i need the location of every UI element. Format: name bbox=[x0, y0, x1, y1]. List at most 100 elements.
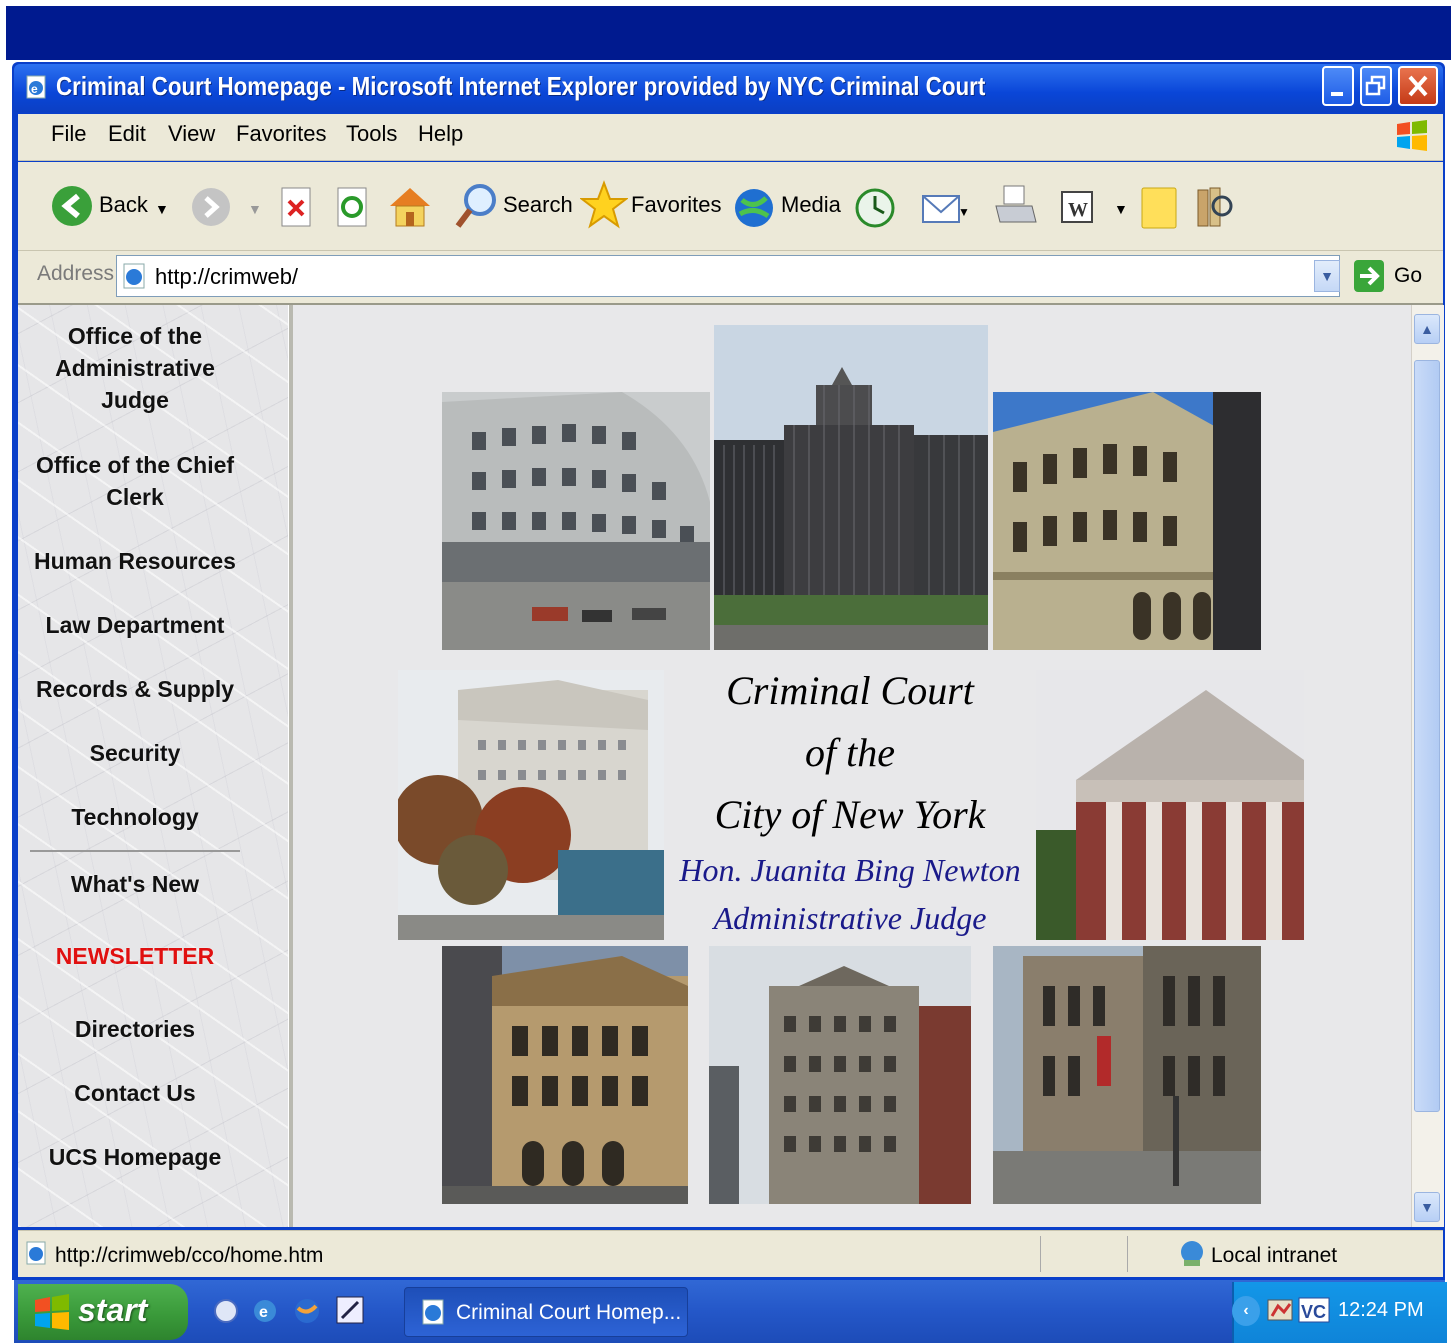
back-arrow-icon bbox=[52, 186, 92, 226]
history-button[interactable] bbox=[853, 184, 897, 235]
address-dropdown-button[interactable]: ▼ bbox=[1314, 260, 1340, 292]
go-label: Go bbox=[1394, 264, 1423, 287]
windows-logo-icon bbox=[1394, 118, 1430, 154]
start-label: start bbox=[78, 1292, 148, 1328]
address-url[interactable]: http://crimweb/ bbox=[155, 264, 298, 290]
search-icon bbox=[455, 184, 496, 228]
back-dropdown-icon[interactable]: ▼ bbox=[155, 201, 169, 217]
judge-name: Hon. Juanita Bing Newton bbox=[679, 852, 1021, 888]
word-icon: W bbox=[1061, 191, 1093, 223]
menu-favorites[interactable]: Favorites bbox=[236, 121, 326, 147]
favorites-star-icon bbox=[579, 180, 629, 229]
nav-administrative-judge[interactable]: Office of the Administrative Judge bbox=[22, 320, 248, 416]
background-band bbox=[6, 6, 1451, 60]
status-divider bbox=[1040, 1236, 1041, 1272]
courthouse-photo-3 bbox=[993, 392, 1261, 650]
quicklaunch-ie-icon[interactable]: e bbox=[250, 1296, 280, 1331]
restore-icon bbox=[1365, 75, 1386, 96]
menu-file[interactable]: File bbox=[51, 121, 86, 147]
court-title-line1: Criminal Court bbox=[726, 668, 974, 713]
nav-security[interactable]: Security bbox=[22, 737, 248, 769]
close-button[interactable] bbox=[1398, 66, 1438, 106]
menu-tools[interactable]: Tools bbox=[346, 121, 397, 147]
mail-icon: ▼ bbox=[922, 195, 970, 223]
nav-technology[interactable]: Technology bbox=[22, 801, 248, 833]
frame-divider[interactable] bbox=[288, 305, 293, 1227]
courthouse-photo-5 bbox=[1036, 670, 1304, 940]
quicklaunch-media-icon[interactable] bbox=[292, 1296, 322, 1331]
history-icon bbox=[855, 188, 895, 228]
minimize-button[interactable] bbox=[1322, 66, 1354, 106]
address-label: Address bbox=[37, 262, 115, 285]
discuss-button[interactable] bbox=[1138, 182, 1182, 237]
status-url: http://crimweb/cco/home.htm bbox=[55, 1244, 324, 1267]
home-icon bbox=[390, 188, 430, 227]
search-label: Search bbox=[503, 192, 573, 217]
print-button[interactable] bbox=[992, 182, 1038, 237]
menu-edit[interactable]: Edit bbox=[108, 121, 146, 147]
nav-human-resources[interactable]: Human Resources bbox=[22, 545, 248, 577]
stop-button[interactable] bbox=[278, 184, 314, 235]
media-button[interactable] bbox=[732, 184, 778, 235]
stop-icon bbox=[281, 187, 311, 227]
menu-bar bbox=[18, 114, 1443, 161]
nav-records-supply[interactable]: Records & Supply bbox=[22, 673, 248, 705]
printer-icon bbox=[995, 185, 1037, 223]
menu-help[interactable]: Help bbox=[418, 121, 463, 147]
courthouse-photo-1 bbox=[442, 392, 710, 650]
tray-vc-icon[interactable]: VC bbox=[1298, 1296, 1330, 1329]
courthouse-photo-2 bbox=[714, 325, 988, 650]
nav-chief-clerk[interactable]: Office of the Chief Clerk bbox=[30, 449, 240, 513]
task-ie-icon bbox=[420, 1298, 448, 1331]
media-label: Media bbox=[781, 192, 841, 217]
minimize-icon bbox=[1331, 92, 1343, 96]
back-label: Back bbox=[99, 192, 148, 217]
scroll-up-button[interactable]: ▲ bbox=[1414, 314, 1440, 344]
go-arrow-icon bbox=[1354, 260, 1384, 292]
edit-dropdown-icon[interactable]: ▼ bbox=[1114, 201, 1128, 217]
edit-word-button[interactable]: W bbox=[1058, 186, 1098, 233]
search-button[interactable] bbox=[452, 180, 500, 237]
tray-expand-button[interactable]: ‹ bbox=[1232, 1296, 1260, 1326]
court-title-block: Criminal Court of the City of New York H… bbox=[665, 660, 1035, 942]
nav-divider bbox=[30, 850, 240, 852]
taskbar-item-label: Criminal Court Homep... bbox=[456, 1301, 682, 1324]
home-button[interactable] bbox=[386, 182, 434, 237]
menu-view[interactable]: View bbox=[168, 121, 215, 147]
courthouse-photo-4 bbox=[398, 670, 664, 940]
nav-directories[interactable]: Directories bbox=[22, 1013, 248, 1045]
window-title: Criminal Court Homepage - Microsoft Inte… bbox=[56, 71, 986, 101]
refresh-button[interactable] bbox=[334, 184, 370, 235]
windows-flag-icon bbox=[32, 1292, 72, 1337]
court-title-line3: City of New York bbox=[714, 792, 986, 837]
quicklaunch-desktop-icon[interactable] bbox=[334, 1294, 366, 1331]
scrollbar-thumb[interactable] bbox=[1414, 360, 1440, 1112]
forward-dropdown-icon[interactable]: ▼ bbox=[248, 201, 262, 217]
address-input[interactable] bbox=[116, 255, 1340, 297]
svg-text:e: e bbox=[259, 1304, 268, 1321]
forward-button[interactable] bbox=[190, 186, 232, 233]
favorites-label: Favorites bbox=[631, 192, 722, 217]
nav-ucs-homepage[interactable]: UCS Homepage bbox=[22, 1141, 248, 1173]
nav-newsletter[interactable]: NEWSLETTER bbox=[22, 940, 248, 972]
tray-network-icon[interactable] bbox=[1266, 1296, 1294, 1329]
research-books-icon bbox=[1197, 187, 1233, 227]
svg-text:e: e bbox=[31, 82, 38, 96]
research-button[interactable] bbox=[1192, 182, 1238, 237]
svg-text:VC: VC bbox=[1301, 1302, 1326, 1322]
svg-text:W: W bbox=[1068, 199, 1088, 221]
mail-button[interactable]: ▼ bbox=[920, 184, 970, 235]
nav-law-department[interactable]: Law Department bbox=[22, 609, 248, 641]
status-page-icon bbox=[24, 1240, 50, 1273]
quicklaunch-outlook-icon[interactable] bbox=[212, 1296, 240, 1331]
security-zone: Local intranet bbox=[1211, 1244, 1338, 1267]
refresh-icon bbox=[337, 187, 367, 227]
forward-arrow-icon bbox=[192, 188, 230, 226]
nav-contact-us[interactable]: Contact Us bbox=[22, 1077, 248, 1109]
favorites-button[interactable] bbox=[579, 180, 629, 235]
courthouse-photo-6 bbox=[442, 946, 688, 1204]
media-globe-icon bbox=[735, 189, 773, 227]
restore-button[interactable] bbox=[1360, 66, 1392, 106]
nav-whats-new[interactable]: What's New bbox=[22, 868, 248, 900]
scroll-down-button[interactable]: ▼ bbox=[1414, 1192, 1440, 1222]
